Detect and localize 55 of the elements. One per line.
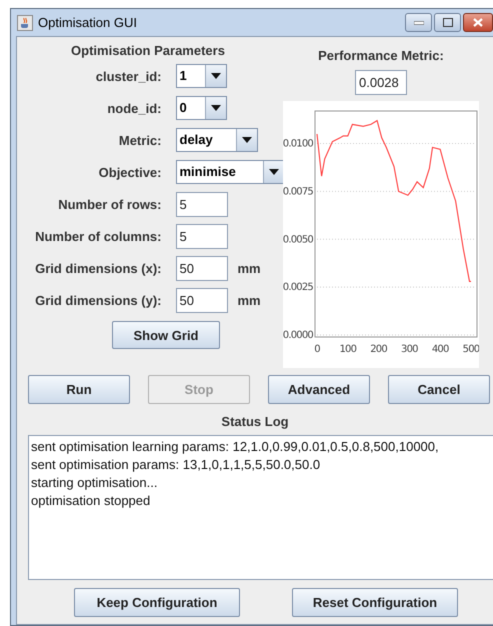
field-label: Grid dimensions (x):: [34, 260, 162, 276]
maximize-button[interactable]: [434, 13, 461, 32]
input-field[interactable]: 50: [176, 288, 228, 312]
minimize-button[interactable]: [405, 13, 432, 32]
section-heading: Optimisation Parameters: [71, 43, 225, 58]
dropdown[interactable]: 1: [176, 64, 226, 88]
input-field[interactable]: 5: [176, 224, 228, 248]
y-tick-label: 0.0025: [283, 282, 313, 294]
action-button[interactable]: Run: [28, 375, 130, 404]
unit-label: mm: [238, 292, 261, 308]
action-button[interactable]: Advanced: [268, 375, 370, 404]
status-log-heading: Status Log: [220, 414, 290, 429]
x-tick-label: 200: [370, 344, 387, 355]
close-button[interactable]: [463, 13, 493, 32]
configuration-button[interactable]: Reset Configuration: [292, 588, 458, 617]
maximize-icon: [442, 18, 452, 27]
log-line: optimisation stopped: [31, 492, 152, 510]
field-label: Number of rows:: [57, 196, 162, 212]
dropdown[interactable]: 0: [176, 96, 226, 120]
field-label: Number of columns:: [34, 228, 162, 244]
input-field[interactable]: 5: [176, 192, 228, 216]
close-icon: [473, 18, 483, 27]
dropdown[interactable]: delay: [176, 128, 258, 152]
unit-label: mm: [238, 260, 261, 276]
action-button[interactable]: Cancel: [388, 375, 490, 404]
java-cup-icon: [17, 14, 33, 30]
metric-field[interactable]: 0.0028: [355, 70, 407, 95]
x-tick-label: 400: [432, 344, 449, 355]
minimize-icon: [414, 20, 424, 24]
y-tick-label: 0.0000: [283, 330, 313, 341]
caret-icon: [210, 105, 220, 111]
caret-icon: [242, 137, 252, 143]
field-label: Grid dimensions (y):: [34, 292, 162, 308]
show-grid-button[interactable]: Show Grid: [112, 321, 220, 349]
window-title: Optimisation GUI: [38, 15, 137, 30]
log-line: sent optimisation params: 13,1,0,1,1,5,5,50.0,50.0: [31, 456, 322, 474]
x-tick-label: 0: [314, 344, 320, 355]
x-tick-label: 500: [462, 344, 479, 355]
field-label: Metric:: [118, 132, 162, 148]
field-label: cluster_id:: [94, 68, 162, 84]
y-tick-label: 0.0100: [283, 138, 313, 150]
x-tick-label: 100: [339, 344, 356, 355]
configuration-button[interactable]: Keep Configuration: [74, 588, 240, 617]
caret-icon: [268, 169, 278, 175]
y-tick-label: 0.0050: [283, 234, 313, 246]
metric-label: Performance Metric:: [318, 48, 444, 63]
field-label: Objective:: [98, 164, 162, 180]
caret-icon: [210, 73, 220, 79]
y-tick-label: 0.0075: [283, 186, 313, 198]
field-label: node_id:: [106, 100, 162, 116]
dropdown[interactable]: minimise: [176, 160, 284, 184]
log-line: starting optimisation...: [31, 474, 158, 492]
log-line: sent optimisation learning params: 12,1.0,0.99,0.01,0.5,0.8,500,10000,: [31, 438, 440, 456]
x-tick-label: 300: [401, 344, 418, 355]
input-field[interactable]: 50: [176, 256, 228, 280]
